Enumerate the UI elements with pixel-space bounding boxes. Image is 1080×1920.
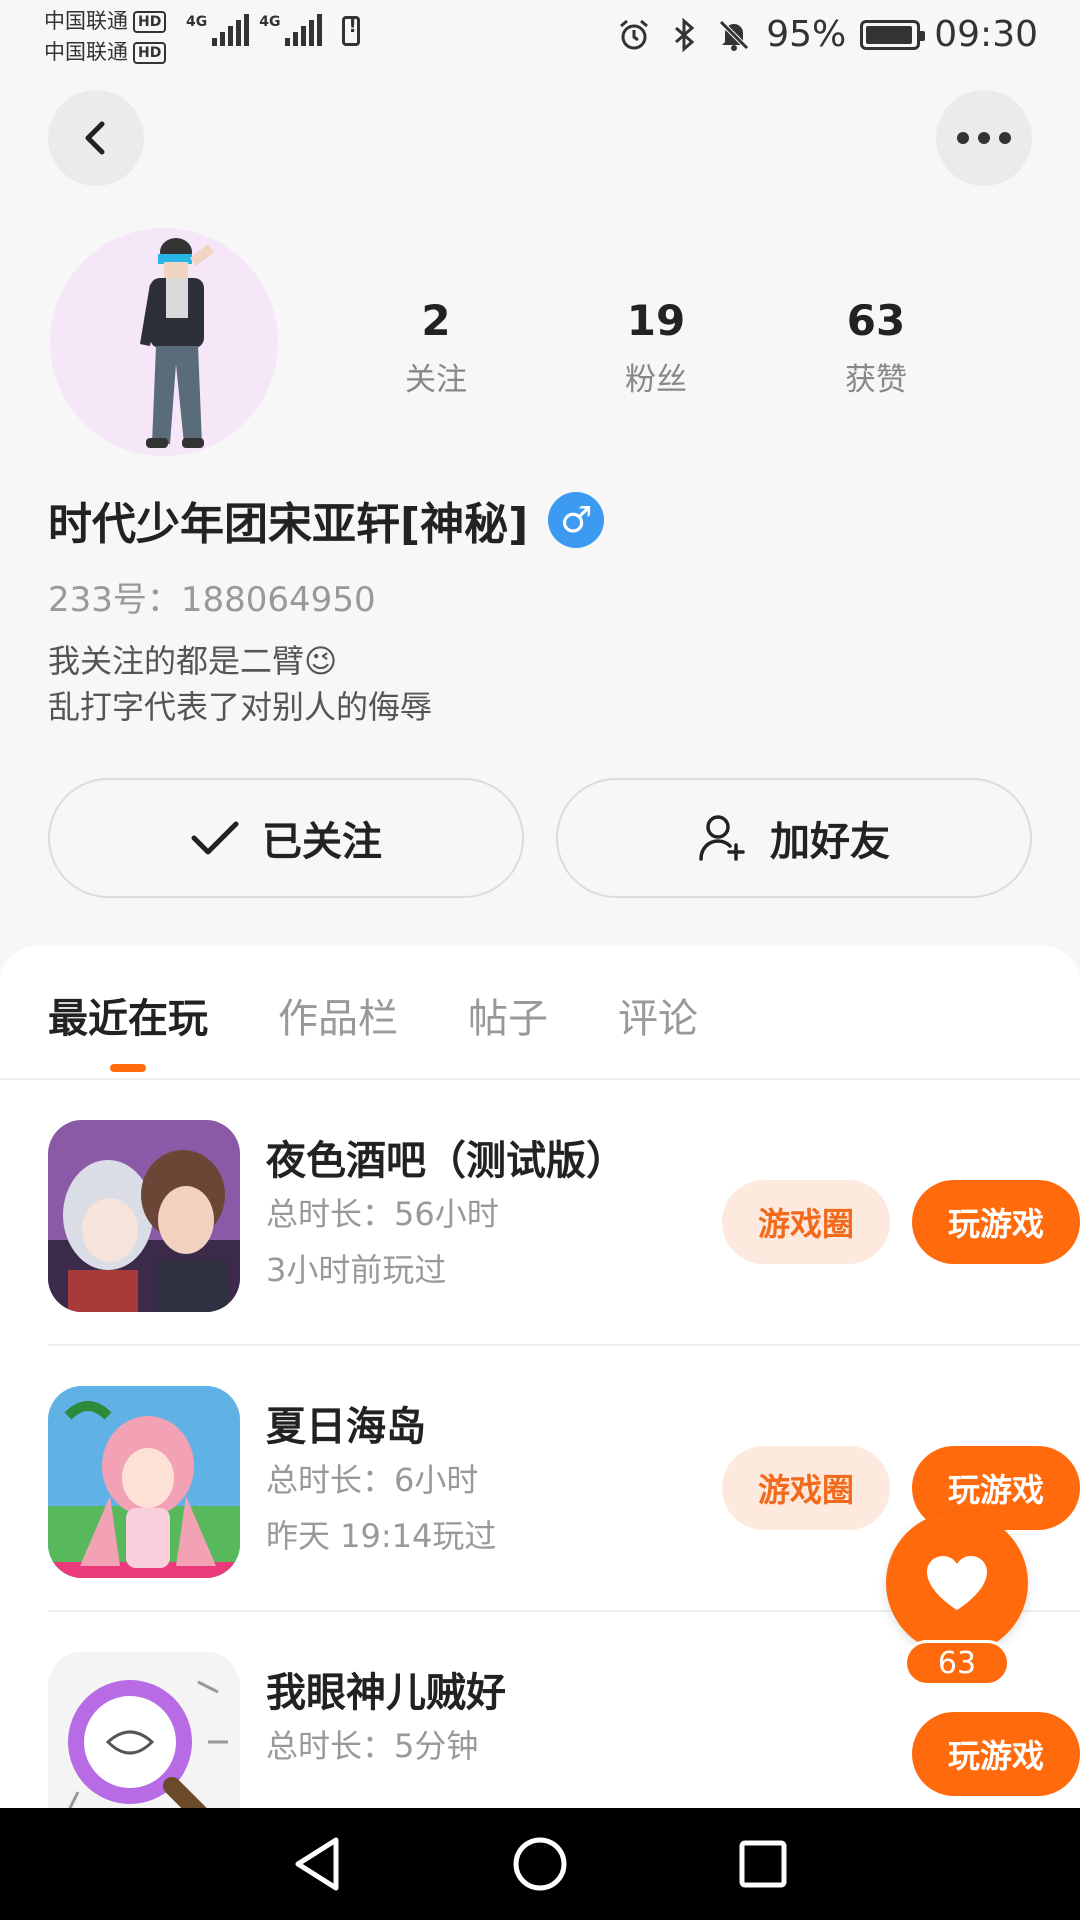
status-right: 95% 09:30 — [616, 14, 1038, 55]
game-meta: 总时长：56小时 3小时前玩过 — [266, 1186, 499, 1298]
chevron-left-icon — [85, 121, 105, 155]
game-name: 夏日海岛 — [266, 1404, 426, 1450]
avatar[interactable] — [50, 228, 278, 456]
signal-icon: 4G — [186, 14, 250, 46]
signal-icon: 4G — [259, 14, 323, 46]
list-item[interactable]: 夜色酒吧（测试版） 总时长：56小时 3小时前玩过 游戏圈 玩游戏 — [48, 1080, 1080, 1346]
add-user-icon — [699, 815, 745, 861]
stat-label: 粉丝 — [625, 362, 687, 398]
bluetooth-icon — [666, 17, 702, 53]
tab-posts[interactable]: 帖子 — [468, 986, 548, 1072]
like-count: 63 — [904, 1640, 1010, 1686]
nickname: 时代少年团宋亚轩[神秘] — [48, 499, 529, 550]
game-last-played: 昨天 19:14玩过 — [266, 1517, 497, 1555]
stat-value: 2 — [421, 296, 451, 345]
alarm-icon — [616, 17, 652, 53]
heart-icon — [927, 1556, 987, 1610]
carrier-name: 中国联通 — [44, 40, 128, 64]
mute-bell-icon — [716, 17, 752, 53]
followed-button[interactable]: 已关注 — [48, 778, 524, 898]
carrier-info: 中国联通 HD 中国联通 HD — [44, 6, 167, 68]
tab-works[interactable]: 作品栏 — [278, 986, 398, 1072]
stat-fans[interactable]: 19 粉丝 — [546, 296, 766, 399]
bio: 我关注的都是二臂😉 乱打字代表了对别人的侮辱 — [48, 638, 432, 730]
game-icon[interactable] — [48, 1386, 240, 1578]
stat-value: 63 — [846, 296, 906, 345]
bio-line: 乱打字代表了对别人的侮辱 — [48, 688, 433, 726]
nav-home-icon[interactable] — [512, 1836, 568, 1892]
game-total-time: 总时长：5分钟 — [266, 1727, 479, 1765]
game-meta: 总时长：5分钟 — [266, 1718, 478, 1774]
sim-alert-icon — [342, 16, 361, 46]
nav-recents-icon[interactable] — [738, 1839, 788, 1889]
game-name: 我眼神儿贼好 — [266, 1670, 506, 1716]
more-dots-icon — [957, 132, 1011, 144]
game-meta: 总时长：6小时 昨天 19:14玩过 — [266, 1452, 496, 1564]
game-name: 夜色酒吧（测试版） — [266, 1138, 626, 1184]
like-button[interactable] — [886, 1512, 1028, 1654]
battery-icon — [860, 19, 926, 50]
tab-recent[interactable]: 最近在玩 — [48, 986, 208, 1072]
tab-indicator — [110, 1064, 146, 1072]
status-bar: 中国联通 HD 中国联通 HD 4G 4G ! 95% 09:30 — [0, 0, 1080, 76]
check-icon — [191, 821, 239, 855]
signal-strength: 4G 4G — [186, 14, 361, 46]
more-button[interactable] — [936, 90, 1032, 186]
add-friend-label: 加好友 — [770, 819, 890, 865]
clock: 09:30 — [934, 14, 1038, 55]
bio-line: 我关注的都是二臂😉 — [48, 642, 338, 680]
game-icon[interactable] — [48, 1120, 240, 1312]
carrier-name: 中国联通 — [44, 9, 128, 33]
male-icon: ♂ — [548, 492, 605, 548]
add-friend-button[interactable]: 加好友 — [556, 778, 1032, 898]
play-game-button[interactable]: 玩游戏 — [912, 1180, 1080, 1264]
user-id[interactable]: 233号：188064950 — [48, 572, 376, 621]
tab-comments[interactable]: 评论 — [618, 986, 698, 1072]
game-total-time: 总时长：6小时 — [266, 1461, 479, 1499]
stat-label: 获赞 — [845, 362, 907, 398]
avatar-figure — [140, 238, 214, 448]
nav-back-icon[interactable] — [292, 1836, 342, 1892]
game-last-played: 3小时前玩过 — [266, 1251, 447, 1289]
stat-following[interactable]: 2 关注 — [326, 296, 546, 399]
stat-likes[interactable]: 63 获赞 — [766, 296, 986, 399]
game-circle-button[interactable]: 游戏圈 — [722, 1180, 890, 1264]
stat-value: 19 — [626, 296, 686, 345]
battery-percent: 95% — [766, 14, 847, 55]
tab-bar: 最近在玩 作品栏 帖子 评论 — [48, 986, 698, 1072]
followed-label: 已关注 — [262, 819, 382, 865]
game-circle-button[interactable]: 游戏圈 — [722, 1446, 890, 1530]
stat-label: 关注 — [405, 362, 467, 398]
profile-screen: 中国联通 HD 中国联通 HD 4G 4G ! 95% 09:30 2 关注 1… — [0, 0, 1080, 1920]
profile-stats: 2 关注 19 粉丝 63 获赞 — [326, 296, 986, 399]
content-sheet: 最近在玩 作品栏 帖子 评论 夜色酒吧（测试版） 总时长：56小时 3小时前玩过… — [0, 946, 1080, 1920]
hd-badge: HD — [133, 10, 167, 33]
hd-badge: HD — [133, 41, 167, 64]
play-game-button[interactable]: 玩游戏 — [912, 1712, 1080, 1796]
game-total-time: 总时长：56小时 — [266, 1195, 499, 1233]
back-button[interactable] — [48, 90, 144, 186]
system-nav-bar — [0, 1808, 1080, 1920]
nickname-row: 时代少年团宋亚轩[神秘] ♂ — [48, 488, 605, 552]
